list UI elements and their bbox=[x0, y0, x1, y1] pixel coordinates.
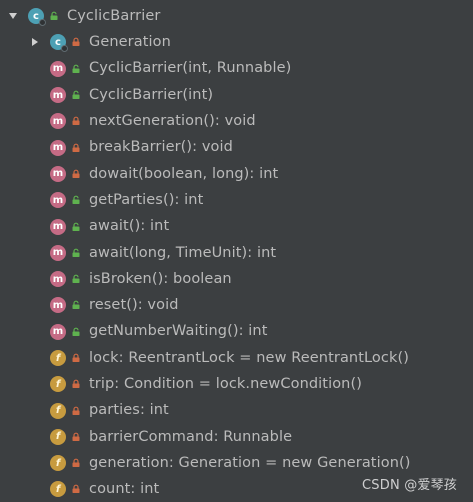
method-badge-icon: m bbox=[50, 165, 66, 182]
field-badge-icon: f bbox=[50, 455, 66, 472]
method-badge-icon: m bbox=[50, 60, 66, 77]
class-icon: c bbox=[50, 34, 68, 53]
field-badge-icon: f bbox=[50, 376, 66, 393]
class-icon: c bbox=[28, 8, 46, 27]
method-badge-icon: m bbox=[50, 218, 66, 235]
method-badge-icon: m bbox=[50, 113, 66, 130]
field-badge-icon: f bbox=[50, 350, 66, 366]
private-icon bbox=[70, 484, 81, 495]
tree-item-method[interactable]: m await(): int bbox=[0, 213, 473, 239]
tree-item-label: getNumberWaiting(): int bbox=[89, 323, 268, 340]
tree-item-label: await(): int bbox=[89, 218, 170, 235]
public-icon bbox=[70, 63, 81, 74]
chevron-right-icon[interactable] bbox=[28, 35, 42, 49]
tree-item-label: reset(): void bbox=[89, 297, 179, 314]
field-icon: f bbox=[50, 402, 66, 419]
pin-icon bbox=[39, 19, 46, 27]
tree-item-label: getParties(): int bbox=[89, 191, 204, 208]
field-icon: f bbox=[50, 376, 66, 393]
tree-item-label: lock: ReentrantLock = new ReentrantLock(… bbox=[89, 349, 409, 366]
method-icon: m bbox=[50, 165, 66, 182]
tree-item-field[interactable]: f barrierCommand: Runnable bbox=[0, 424, 473, 450]
tree-item-method[interactable]: m await(long, TimeUnit): int bbox=[0, 240, 473, 266]
method-icon: m bbox=[50, 87, 66, 104]
public-icon bbox=[70, 195, 81, 206]
method-icon: m bbox=[50, 60, 66, 77]
tree-item-method[interactable]: m CyclicBarrier(int, Runnable) bbox=[0, 56, 473, 82]
field-icon: f bbox=[50, 455, 66, 472]
private-icon bbox=[70, 431, 81, 442]
method-badge-icon: m bbox=[50, 244, 66, 261]
tree-item-method[interactable]: m dowait(boolean, long): int bbox=[0, 161, 473, 187]
field-badge-icon: f bbox=[50, 428, 66, 445]
tree-item-label: CyclicBarrier(int, Runnable) bbox=[89, 60, 292, 77]
method-icon: m bbox=[50, 297, 66, 314]
method-badge-icon: m bbox=[50, 297, 66, 314]
public-icon bbox=[70, 90, 81, 101]
method-icon: m bbox=[50, 139, 66, 156]
private-icon bbox=[70, 353, 81, 364]
tree-item-method[interactable]: m CyclicBarrier(int) bbox=[0, 82, 473, 108]
tree-item-label: parties: int bbox=[89, 402, 169, 419]
pin-icon bbox=[61, 45, 68, 53]
public-icon bbox=[70, 274, 81, 285]
tree-item-label: count: int bbox=[89, 481, 160, 498]
method-icon: m bbox=[50, 244, 66, 261]
method-icon: m bbox=[50, 323, 66, 340]
tree-item-generation[interactable]: c Generation bbox=[0, 29, 473, 55]
public-icon bbox=[48, 11, 59, 22]
structure-tree: c CyclicBarrier c Generation m CyclicBar… bbox=[0, 3, 473, 502]
private-icon bbox=[70, 168, 81, 179]
field-icon: f bbox=[50, 481, 66, 498]
tree-root-row[interactable]: c CyclicBarrier bbox=[0, 3, 473, 29]
private-icon bbox=[70, 142, 81, 153]
private-icon bbox=[70, 379, 81, 390]
field-icon: f bbox=[50, 428, 66, 445]
tree-item-method[interactable]: m nextGeneration(): void bbox=[0, 108, 473, 134]
tree-item-label: dowait(boolean, long): int bbox=[89, 165, 279, 182]
tree-item-method[interactable]: m breakBarrier(): void bbox=[0, 134, 473, 160]
tree-item-field[interactable]: f parties: int bbox=[0, 397, 473, 423]
tree-item-label: breakBarrier(): void bbox=[89, 139, 233, 156]
private-icon bbox=[70, 116, 81, 127]
method-badge-icon: m bbox=[50, 192, 66, 209]
tree-item-method[interactable]: m reset(): void bbox=[0, 292, 473, 318]
chevron-down-icon[interactable] bbox=[6, 9, 20, 23]
tree-item-label: generation: Generation = new Generation(… bbox=[89, 454, 411, 471]
private-icon bbox=[70, 405, 81, 416]
method-badge-icon: m bbox=[50, 139, 66, 156]
tree-item-method[interactable]: m isBroken(): boolean bbox=[0, 266, 473, 292]
private-icon bbox=[70, 458, 81, 469]
tree-item-label: CyclicBarrier(int) bbox=[89, 86, 214, 103]
tree-item-label: trip: Condition = lock.newCondition() bbox=[89, 376, 362, 393]
public-icon bbox=[70, 326, 81, 337]
watermark: CSDN @爱琴孩 bbox=[362, 478, 457, 493]
method-badge-icon: m bbox=[50, 323, 66, 340]
field-badge-icon: f bbox=[50, 402, 66, 419]
private-icon bbox=[70, 37, 81, 48]
tree-item-method[interactable]: m getNumberWaiting(): int bbox=[0, 319, 473, 345]
tree-item-label: barrierCommand: Runnable bbox=[89, 428, 293, 445]
method-icon: m bbox=[50, 218, 66, 235]
field-badge-icon: f bbox=[50, 481, 66, 498]
method-badge-icon: m bbox=[50, 271, 66, 288]
public-icon bbox=[70, 300, 81, 311]
tree-item-field[interactable]: f trip: Condition = lock.newCondition() bbox=[0, 371, 473, 397]
method-icon: m bbox=[50, 192, 66, 209]
tree-root-label: CyclicBarrier bbox=[67, 7, 161, 24]
public-icon bbox=[70, 221, 81, 232]
tree-item-field[interactable]: f generation: Generation = new Generatio… bbox=[0, 450, 473, 476]
method-icon: m bbox=[50, 271, 66, 288]
tree-item-label: await(long, TimeUnit): int bbox=[89, 244, 277, 261]
tree-item-method[interactable]: m getParties(): int bbox=[0, 187, 473, 213]
tree-item-label: nextGeneration(): void bbox=[89, 113, 256, 130]
field-icon: f bbox=[50, 350, 66, 366]
method-icon: m bbox=[50, 113, 66, 130]
tree-item-field[interactable]: f lock: ReentrantLock = new ReentrantLoc… bbox=[0, 345, 473, 371]
tree-item-label: isBroken(): boolean bbox=[89, 270, 232, 287]
public-icon bbox=[70, 247, 81, 258]
method-badge-icon: m bbox=[50, 87, 66, 104]
tree-item-label: Generation bbox=[89, 34, 171, 51]
